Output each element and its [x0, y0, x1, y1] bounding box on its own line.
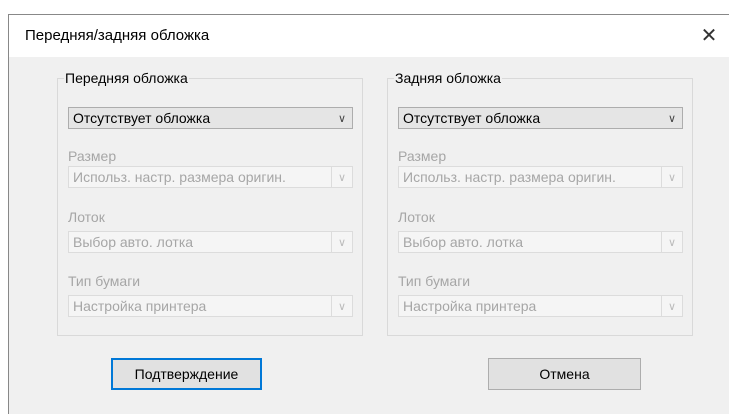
chevron-down-icon: ∨ [331, 167, 352, 187]
front-cover-select[interactable]: Отсутствует обложка ∨ [68, 107, 353, 129]
back-paper-value: Настройка принтера [403, 298, 537, 314]
chevron-down-icon: ∨ [331, 296, 352, 316]
chevron-down-icon: ∨ [337, 112, 347, 125]
confirm-button[interactable]: Подтверждение [111, 358, 262, 390]
front-cover-group: Передняя обложка Отсутствует обложка ∨ Р… [57, 70, 363, 336]
chevron-down-icon: ∨ [331, 232, 352, 252]
back-cover-select[interactable]: Отсутствует обложка ∨ [398, 107, 683, 129]
chevron-down-icon: ∨ [667, 112, 677, 125]
cover-dialog: Передняя/задняя обложка ✕ Передняя облож… [8, 14, 729, 414]
cancel-button[interactable]: Отмена [488, 358, 641, 390]
back-size-label: Размер [398, 148, 447, 164]
front-size-value: Использ. настр. размера оригин. [73, 169, 286, 185]
title-bar: Передняя/задняя обложка ✕ [9, 15, 729, 57]
front-cover-label: Передняя обложка [64, 70, 189, 86]
front-tray-label: Лоток [68, 209, 105, 225]
front-tray-select[interactable]: Выбор авто. лотка ∨ [68, 231, 353, 253]
back-cover-group: Задняя обложка Отсутствует обложка ∨ Раз… [387, 70, 693, 336]
front-cover-value: Отсутствует обложка [73, 110, 211, 126]
front-paper-value: Настройка принтера [73, 298, 207, 314]
back-cover-label: Задняя обложка [394, 70, 502, 86]
back-paper-select[interactable]: Настройка принтера ∨ [398, 295, 683, 317]
close-icon[interactable]: ✕ [689, 15, 729, 55]
chevron-down-icon: ∨ [661, 167, 682, 187]
back-tray-label: Лоток [398, 209, 435, 225]
back-cover-value: Отсутствует обложка [403, 110, 541, 126]
front-size-label: Размер [68, 148, 117, 164]
front-paper-label: Тип бумаги [68, 273, 141, 289]
back-size-value: Использ. настр. размера оригин. [403, 169, 616, 185]
back-tray-select[interactable]: Выбор авто. лотка ∨ [398, 231, 683, 253]
chevron-down-icon: ∨ [661, 232, 682, 252]
dialog-title: Передняя/задняя обложка [25, 27, 210, 44]
front-tray-value: Выбор авто. лотка [73, 234, 194, 250]
front-size-select[interactable]: Использ. настр. размера оригин. ∨ [68, 166, 353, 188]
back-tray-value: Выбор авто. лотка [403, 234, 524, 250]
back-size-select[interactable]: Использ. настр. размера оригин. ∨ [398, 166, 683, 188]
chevron-down-icon: ∨ [661, 296, 682, 316]
front-paper-select[interactable]: Настройка принтера ∨ [68, 295, 353, 317]
back-paper-label: Тип бумаги [398, 273, 471, 289]
